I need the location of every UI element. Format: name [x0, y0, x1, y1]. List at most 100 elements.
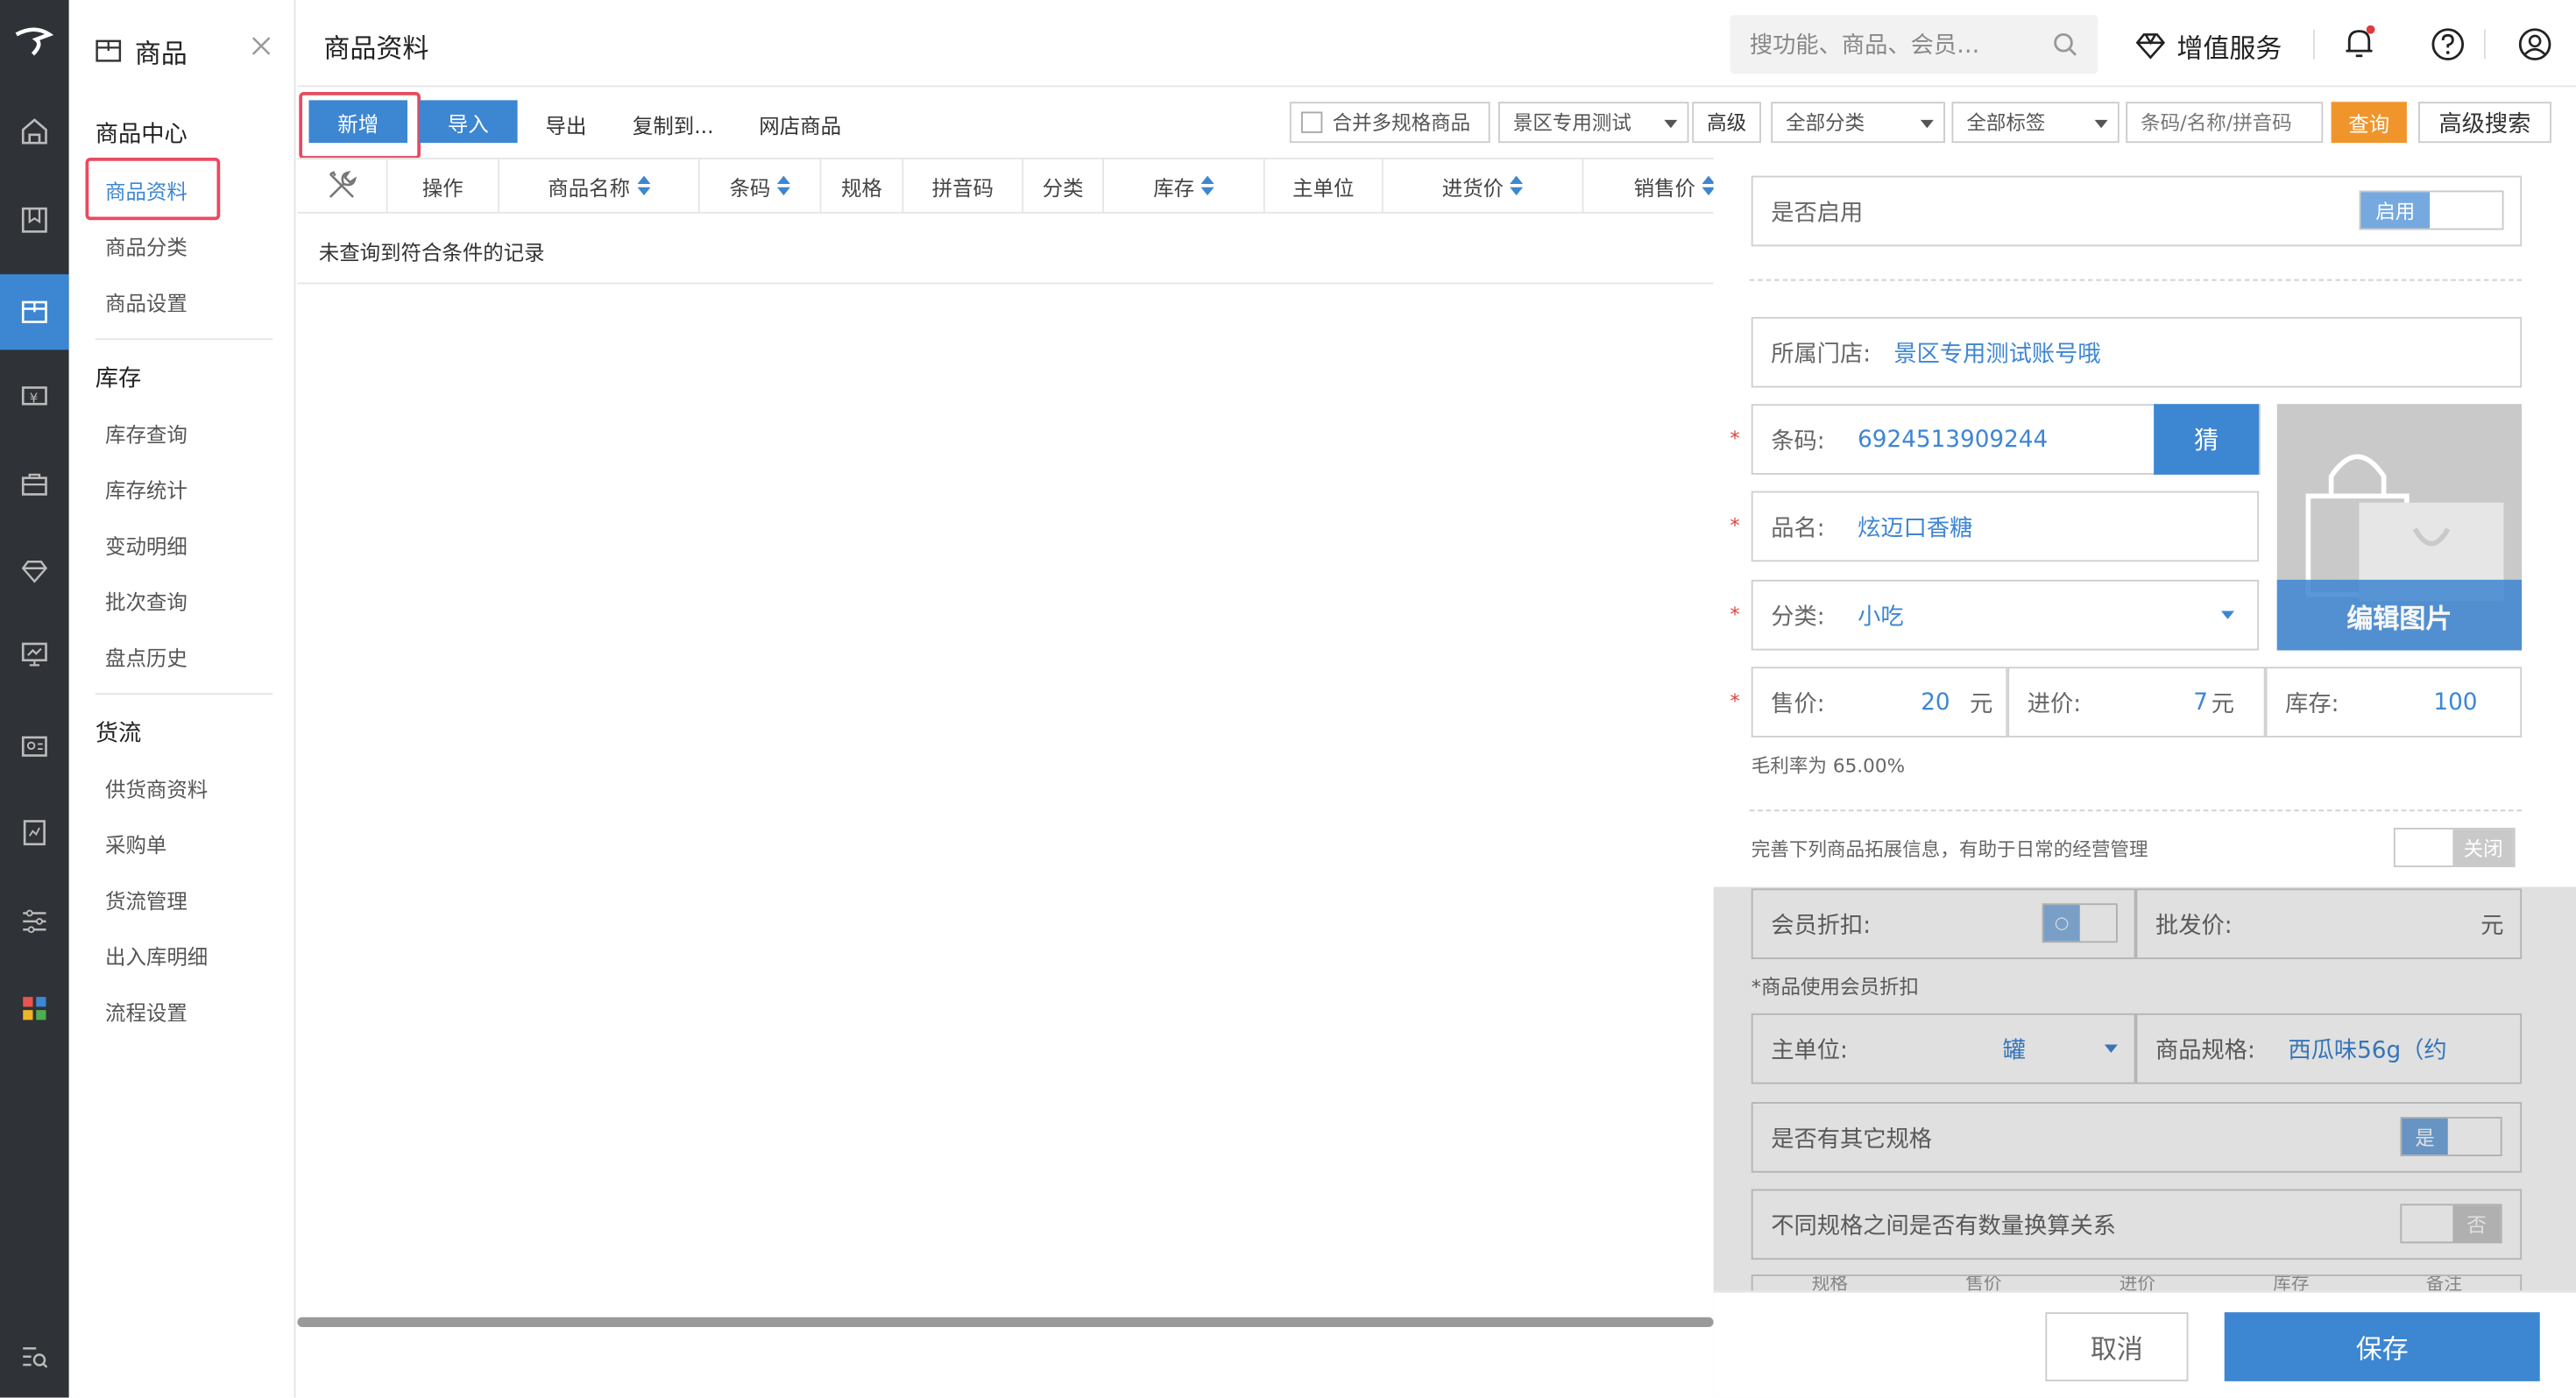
sidebar-item-batch-query[interactable]: 批次查询 — [105, 585, 188, 617]
member-discount-row: 会员折扣: ○ — [1751, 888, 2136, 959]
th-sale-price[interactable]: 销售价 — [1584, 159, 1732, 212]
merge-spec-label: 合并多规格商品 — [1332, 111, 1471, 135]
sale-price-field[interactable]: 售价: 20 元 — [1751, 667, 2008, 738]
tag-select[interactable]: 全部标签 — [1951, 102, 2120, 144]
help-icon[interactable] — [2430, 26, 2466, 69]
member-discount-toggle[interactable]: ○ — [2042, 903, 2118, 943]
required-mark: * — [1730, 689, 1740, 713]
extension-hint: 完善下列商品拓展信息，有助于日常的经营管理 — [1751, 837, 2148, 861]
category-select[interactable]: 全部分类 — [1771, 102, 1945, 144]
main-unit-field[interactable]: 主单位: 罐 — [1751, 1013, 2136, 1084]
th-product-name[interactable]: 商品名称 — [499, 159, 700, 212]
briefcase-icon[interactable] — [0, 452, 69, 518]
th-barcode-label: 条码 — [729, 174, 771, 200]
menu-search-icon[interactable] — [0, 1324, 69, 1389]
category-field[interactable]: 分类: 小吃 — [1751, 579, 2260, 651]
divider — [297, 211, 1714, 214]
sale-price-value[interactable]: 20 — [1921, 689, 1950, 716]
checkbox-box[interactable] — [1301, 111, 1323, 133]
spec-field[interactable]: 商品规格: 西瓜味56g（约 — [2135, 1013, 2523, 1084]
category-value[interactable]: 小吃 — [1858, 598, 1904, 632]
product-image[interactable]: 编辑图片 — [2276, 404, 2523, 651]
convert-toggle[interactable]: 否 — [2400, 1204, 2502, 1244]
sidebar-item-inout-detail[interactable]: 出入库明细 — [105, 940, 208, 971]
cancel-button[interactable]: 取消 — [2045, 1312, 2189, 1381]
monitor-icon[interactable] — [0, 621, 69, 687]
sidebar-item-supplier[interactable]: 供货商资料 — [105, 772, 208, 803]
name-value[interactable]: 炫迈口香糖 — [1858, 510, 1972, 543]
stock-field[interactable]: 库存: 100 — [2265, 667, 2523, 738]
close-menu-icon[interactable] — [250, 33, 272, 65]
name-field[interactable]: 品名: 炫迈口香糖 — [1751, 491, 2260, 562]
member-card-icon[interactable] — [0, 713, 69, 779]
sidebar-item-flow-settings[interactable]: 流程设置 — [105, 995, 188, 1027]
sort-icon[interactable] — [1200, 175, 1214, 196]
other-spec-toggle[interactable]: 是 — [2400, 1117, 2502, 1156]
apps-icon[interactable] — [0, 976, 69, 1041]
icon-rail: ¥ — [0, 0, 69, 1398]
global-search-input[interactable]: 搜功能、商品、会员… — [1750, 28, 1980, 61]
bell-icon[interactable] — [2341, 25, 2377, 67]
sidebar-item-stocktake-history[interactable]: 盘点历史 — [105, 640, 188, 672]
spec-value[interactable]: 西瓜味56g（约 — [2288, 1032, 2446, 1065]
home-icon[interactable] — [0, 99, 69, 165]
query-button[interactable]: 查询 — [2331, 102, 2407, 144]
th-pinyin: 拼音码 — [903, 159, 1024, 212]
sidebar-item-stock-query[interactable]: 库存查询 — [105, 417, 188, 448]
new-button[interactable]: 新增 — [308, 100, 407, 144]
other-spec-row: 是否有其它规格 是 — [1751, 1102, 2523, 1173]
th-cost-price[interactable]: 进货价 — [1384, 159, 1584, 212]
sidebar-item-purchase-order[interactable]: 采购单 — [105, 828, 166, 859]
sidebar-item-logistics-mgmt[interactable]: 货流管理 — [105, 884, 188, 915]
logo-icon — [0, 10, 69, 75]
vip-service-button[interactable]: 增值服务 — [2134, 26, 2282, 66]
product-icon[interactable] — [0, 274, 69, 350]
th-main-unit: 主单位 — [1265, 159, 1384, 212]
product-search-input[interactable]: 条码/名称/拼音码 — [2126, 102, 2324, 144]
store-select[interactable]: 景区专用测试 — [1498, 102, 1689, 144]
sidebar-item-product-category[interactable]: 商品分类 — [105, 230, 188, 262]
chevron-down-icon[interactable] — [2221, 611, 2234, 619]
enabled-toggle[interactable]: 启用 — [2359, 190, 2504, 230]
copy-to-link[interactable]: 复制到... — [633, 109, 714, 140]
horizontal-scrollbar[interactable] — [297, 1317, 1714, 1327]
chevron-down-icon[interactable] — [2104, 1044, 2118, 1053]
th-stock[interactable]: 库存 — [1104, 159, 1265, 212]
advanced-button[interactable]: 高级 — [1692, 102, 1761, 144]
cost-price-field[interactable]: 进价: 7 元 — [2007, 667, 2266, 738]
sidebar-item-product-info[interactable]: 商品资料 — [105, 174, 188, 206]
sidebar-item-change-detail[interactable]: 变动明细 — [105, 529, 188, 561]
required-mark: * — [1730, 513, 1740, 538]
sort-icon[interactable] — [1510, 175, 1524, 196]
document-icon[interactable] — [0, 187, 69, 253]
stock-value[interactable]: 100 — [2433, 689, 2477, 716]
export-link[interactable]: 导出 — [546, 109, 587, 140]
search-icon[interactable] — [2052, 32, 2078, 58]
extension-toggle[interactable]: 关闭 — [2393, 828, 2516, 867]
cost-price-value[interactable]: 7 — [2193, 689, 2208, 716]
column-settings-icon[interactable] — [297, 159, 388, 212]
diamond-icon[interactable] — [0, 539, 69, 604]
cash-icon[interactable]: ¥ — [0, 363, 69, 428]
sidebar-item-product-settings[interactable]: 商品设置 — [105, 286, 188, 317]
edit-image-button[interactable]: 编辑图片 — [2276, 579, 2523, 651]
sidebar-item-stock-stats[interactable]: 库存统计 — [105, 473, 188, 505]
main-unit-value[interactable]: 罐 — [2003, 1032, 2026, 1065]
web-store-link[interactable]: 网店商品 — [759, 109, 841, 140]
import-button[interactable]: 导入 — [419, 100, 518, 144]
user-avatar-icon[interactable] — [2517, 26, 2553, 69]
settings-sliders-icon[interactable] — [0, 888, 69, 954]
save-button[interactable]: 保存 — [2224, 1312, 2540, 1381]
sort-icon[interactable] — [776, 175, 790, 196]
wholesale-price-field[interactable]: 批发价: 元 — [2135, 888, 2523, 959]
th-stock-label: 库存 — [1153, 174, 1195, 200]
advanced-search-button[interactable]: 高级搜索 — [2418, 102, 2551, 144]
th-barcode[interactable]: 条码 — [700, 159, 822, 212]
global-search[interactable]: 搜功能、商品、会员… — [1730, 14, 2098, 74]
merge-spec-checkbox[interactable]: 合并多规格商品 — [1289, 102, 1490, 144]
svg-text:¥: ¥ — [30, 390, 39, 406]
guess-button[interactable]: 猜 — [2154, 404, 2260, 475]
report-icon[interactable] — [0, 800, 69, 865]
sort-icon[interactable] — [636, 175, 650, 196]
barcode-value[interactable]: 6924513909244 — [1858, 427, 2048, 453]
